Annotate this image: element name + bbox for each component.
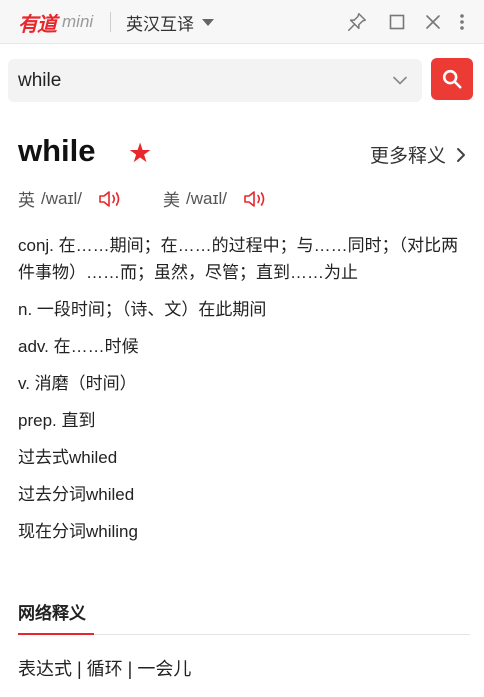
close-icon[interactable]: [420, 9, 446, 35]
more-definitions-label: 更多释义: [369, 146, 446, 167]
network-definitions-terms: 表达式 | 循环 | 一会儿: [18, 659, 192, 679]
phonetic-us-ipa: /waɪl/: [186, 188, 228, 208]
phonetic-us-lang: 美: [163, 191, 180, 210]
mode-label: 英汉互译: [126, 15, 194, 34]
definition-item: 过去式whiled: [18, 448, 118, 467]
section-title-underline: [18, 633, 94, 635]
translation-mode-dropdown[interactable]: 英汉互译: [126, 10, 214, 35]
definitions-list: conj. 在……期间；在……的过程中；与……同时；（对比两件事物）……而；虽然…: [18, 232, 466, 555]
title-divider: [110, 12, 111, 32]
speaker-uk-icon[interactable]: [98, 189, 124, 209]
more-definitions-link[interactable]: 更多释义: [370, 141, 466, 168]
chevron-down-icon[interactable]: [390, 70, 410, 90]
definition-item: 现在分词whiling: [18, 522, 138, 541]
title-bar: 有道 mini 英汉互译: [0, 0, 484, 44]
pin-icon[interactable]: [344, 9, 370, 35]
favorite-star-icon[interactable]: ★: [128, 140, 152, 167]
chevron-right-icon: [457, 147, 465, 162]
search-box: [8, 59, 422, 102]
definition-item: conj. 在……期间；在……的过程中；与……同时；（对比两件事物）……而；虽然…: [18, 236, 459, 282]
definition-item: 过去分词whiled: [18, 485, 135, 504]
definition-item: prep. 直到: [18, 411, 96, 430]
phonetic-uk-lang: 英: [18, 191, 35, 210]
search-button[interactable]: [431, 58, 473, 100]
speaker-us-icon[interactable]: [243, 189, 269, 209]
definition-item: n. 一段时间；（诗、文）在此期间: [18, 300, 267, 319]
phonetic-us: 美 /waɪl/: [163, 186, 269, 211]
phonetic-uk-ipa: /waɪl/: [41, 188, 83, 208]
logo-suffix: mini: [62, 12, 94, 31]
definition-item: adv. 在……时候: [18, 337, 139, 356]
definition-item: v. 消磨（时间）: [18, 374, 137, 393]
caret-down-icon: [202, 19, 214, 26]
search-input[interactable]: [18, 59, 378, 102]
more-vertical-icon[interactable]: [450, 9, 474, 35]
phonetic-uk: 英 /waɪl/: [18, 186, 124, 211]
network-definitions-title: 网络释义: [18, 604, 86, 623]
youdao-logo: 有道: [18, 12, 57, 36]
headword: while: [18, 133, 96, 168]
maximize-icon[interactable]: [384, 9, 410, 35]
search-icon: [442, 69, 462, 89]
